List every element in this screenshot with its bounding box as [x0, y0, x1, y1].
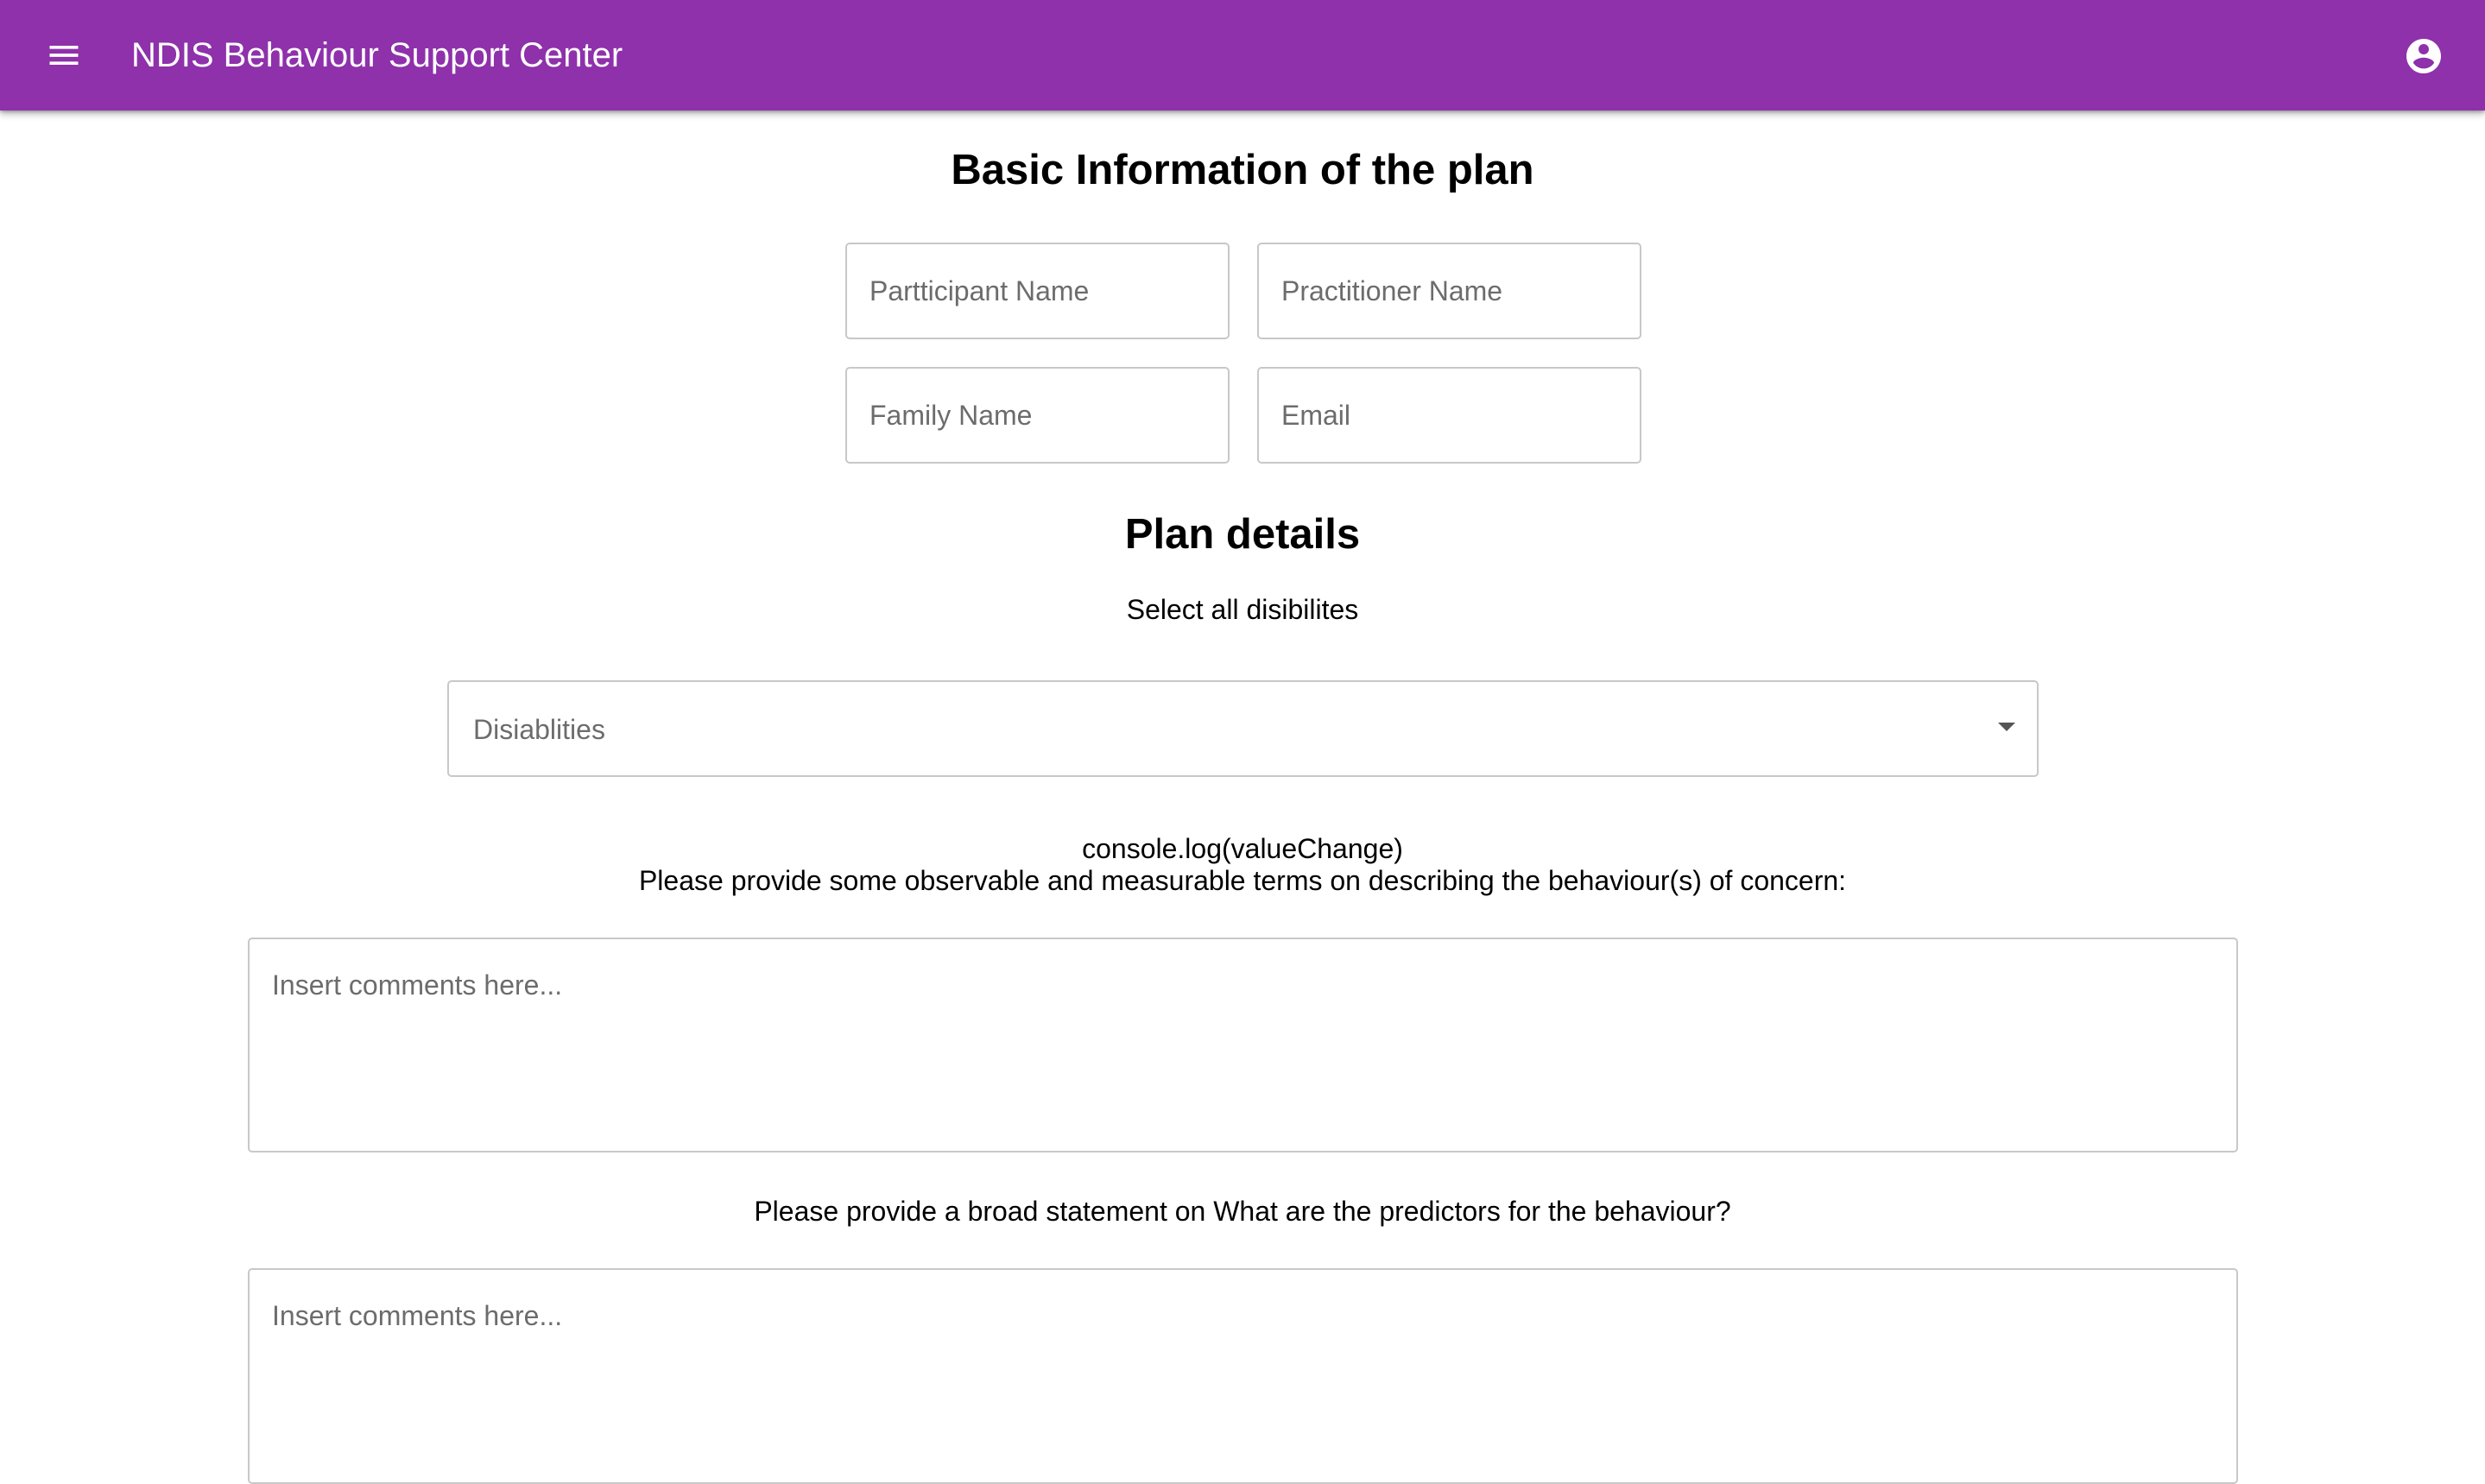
predictors-comments-textarea[interactable] — [248, 1268, 2238, 1484]
plan-details-heading: Plan details — [1124, 511, 1361, 558]
account-button[interactable] — [2399, 31, 2449, 81]
app-title: NDIS Behaviour Support Center — [131, 36, 623, 74]
menu-icon — [49, 46, 79, 65]
predictors-prompt: Please provide a broad statement on What… — [754, 1196, 1731, 1227]
app-bar: NDIS Behaviour Support Center — [0, 0, 2485, 111]
email-input[interactable] — [1257, 367, 1641, 464]
basic-info-heading: Basic Information of the plan — [951, 147, 1534, 193]
disabilities-select-placeholder: Disiablities — [473, 714, 605, 745]
menu-button[interactable] — [38, 29, 90, 81]
disabilities-select[interactable]: Disiablities — [447, 680, 2039, 777]
account-circle-icon — [2406, 39, 2441, 73]
participant-name-input[interactable] — [845, 243, 1230, 339]
select-disabilities-caption: Select all disibilites — [1126, 594, 1359, 625]
practitioner-name-input[interactable] — [1257, 243, 1641, 339]
behaviour-prompt: Please provide some observable and measu… — [638, 865, 1847, 896]
behaviour-comments-textarea[interactable] — [248, 938, 2238, 1152]
debug-text: console.log(valueChange) — [1082, 833, 1403, 864]
arrow-drop-down-icon — [1998, 723, 2015, 731]
family-name-input[interactable] — [845, 367, 1230, 464]
